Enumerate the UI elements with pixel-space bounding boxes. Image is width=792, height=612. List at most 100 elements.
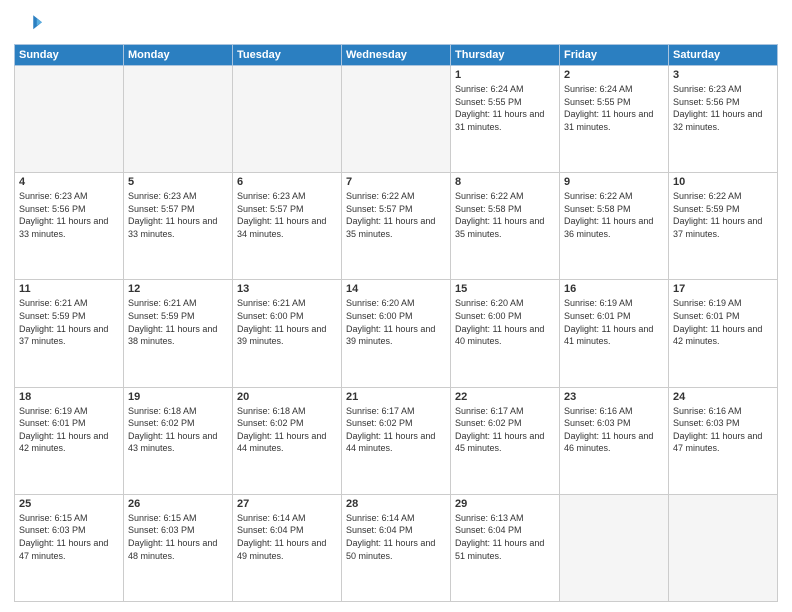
day-number: 15 [455, 283, 555, 295]
day-info: Sunrise: 6:21 AM Sunset: 5:59 PM Dayligh… [128, 297, 228, 347]
day-number: 12 [128, 283, 228, 295]
day-info: Sunrise: 6:16 AM Sunset: 6:03 PM Dayligh… [673, 405, 773, 455]
calendar-cell [560, 494, 669, 601]
day-header-sunday: Sunday [15, 45, 124, 66]
day-info: Sunrise: 6:21 AM Sunset: 6:00 PM Dayligh… [237, 297, 337, 347]
day-header-monday: Monday [124, 45, 233, 66]
calendar-cell [669, 494, 778, 601]
day-number: 10 [673, 176, 773, 188]
day-number: 5 [128, 176, 228, 188]
day-info: Sunrise: 6:18 AM Sunset: 6:02 PM Dayligh… [237, 405, 337, 455]
day-number: 6 [237, 176, 337, 188]
calendar-cell: 6 Sunrise: 6:23 AM Sunset: 5:57 PM Daylig… [233, 173, 342, 280]
calendar-cell: 15 Sunrise: 6:20 AM Sunset: 6:00 PM Dayli… [451, 280, 560, 387]
day-info: Sunrise: 6:15 AM Sunset: 6:03 PM Dayligh… [19, 512, 119, 562]
calendar-cell: 17 Sunrise: 6:19 AM Sunset: 6:01 PM Dayli… [669, 280, 778, 387]
day-header-friday: Friday [560, 45, 669, 66]
day-info: Sunrise: 6:15 AM Sunset: 6:03 PM Dayligh… [128, 512, 228, 562]
day-header-saturday: Saturday [669, 45, 778, 66]
day-info: Sunrise: 6:20 AM Sunset: 6:00 PM Dayligh… [455, 297, 555, 347]
calendar-cell: 16 Sunrise: 6:19 AM Sunset: 6:01 PM Dayli… [560, 280, 669, 387]
calendar-cell [342, 66, 451, 173]
day-info: Sunrise: 6:14 AM Sunset: 6:04 PM Dayligh… [346, 512, 446, 562]
day-number: 11 [19, 283, 119, 295]
calendar-cell: 3 Sunrise: 6:23 AM Sunset: 5:56 PM Daylig… [669, 66, 778, 173]
day-number: 20 [237, 391, 337, 403]
calendar-cell: 2 Sunrise: 6:24 AM Sunset: 5:55 PM Daylig… [560, 66, 669, 173]
calendar-cell: 20 Sunrise: 6:18 AM Sunset: 6:02 PM Dayli… [233, 387, 342, 494]
calendar-cell: 10 Sunrise: 6:22 AM Sunset: 5:59 PM Dayli… [669, 173, 778, 280]
day-info: Sunrise: 6:14 AM Sunset: 6:04 PM Dayligh… [237, 512, 337, 562]
calendar-table: SundayMondayTuesdayWednesdayThursdayFrid… [14, 44, 778, 602]
day-number: 27 [237, 498, 337, 510]
day-number: 29 [455, 498, 555, 510]
day-info: Sunrise: 6:22 AM Sunset: 5:59 PM Dayligh… [673, 190, 773, 240]
day-number: 24 [673, 391, 773, 403]
day-number: 25 [19, 498, 119, 510]
day-header-thursday: Thursday [451, 45, 560, 66]
day-info: Sunrise: 6:23 AM Sunset: 5:56 PM Dayligh… [673, 83, 773, 133]
day-info: Sunrise: 6:18 AM Sunset: 6:02 PM Dayligh… [128, 405, 228, 455]
day-number: 3 [673, 69, 773, 81]
calendar-cell: 19 Sunrise: 6:18 AM Sunset: 6:02 PM Dayli… [124, 387, 233, 494]
day-number: 2 [564, 69, 664, 81]
calendar-cell: 13 Sunrise: 6:21 AM Sunset: 6:00 PM Dayli… [233, 280, 342, 387]
day-number: 8 [455, 176, 555, 188]
calendar-cell: 14 Sunrise: 6:20 AM Sunset: 6:00 PM Dayli… [342, 280, 451, 387]
day-info: Sunrise: 6:19 AM Sunset: 6:01 PM Dayligh… [564, 297, 664, 347]
day-number: 18 [19, 391, 119, 403]
day-number: 17 [673, 283, 773, 295]
day-info: Sunrise: 6:17 AM Sunset: 6:02 PM Dayligh… [455, 405, 555, 455]
day-number: 19 [128, 391, 228, 403]
calendar-cell: 9 Sunrise: 6:22 AM Sunset: 5:58 PM Daylig… [560, 173, 669, 280]
day-number: 7 [346, 176, 446, 188]
day-info: Sunrise: 6:13 AM Sunset: 6:04 PM Dayligh… [455, 512, 555, 562]
day-header-wednesday: Wednesday [342, 45, 451, 66]
calendar-cell: 7 Sunrise: 6:22 AM Sunset: 5:57 PM Daylig… [342, 173, 451, 280]
day-number: 28 [346, 498, 446, 510]
day-number: 14 [346, 283, 446, 295]
calendar-cell: 28 Sunrise: 6:14 AM Sunset: 6:04 PM Dayli… [342, 494, 451, 601]
calendar-cell: 4 Sunrise: 6:23 AM Sunset: 5:56 PM Daylig… [15, 173, 124, 280]
calendar-cell [15, 66, 124, 173]
day-info: Sunrise: 6:20 AM Sunset: 6:00 PM Dayligh… [346, 297, 446, 347]
day-number: 21 [346, 391, 446, 403]
day-number: 4 [19, 176, 119, 188]
day-info: Sunrise: 6:17 AM Sunset: 6:02 PM Dayligh… [346, 405, 446, 455]
day-info: Sunrise: 6:19 AM Sunset: 6:01 PM Dayligh… [19, 405, 119, 455]
day-number: 26 [128, 498, 228, 510]
day-info: Sunrise: 6:22 AM Sunset: 5:58 PM Dayligh… [564, 190, 664, 240]
day-info: Sunrise: 6:23 AM Sunset: 5:57 PM Dayligh… [128, 190, 228, 240]
header [14, 10, 778, 38]
calendar-cell: 18 Sunrise: 6:19 AM Sunset: 6:01 PM Dayli… [15, 387, 124, 494]
calendar-cell [124, 66, 233, 173]
calendar-cell: 12 Sunrise: 6:21 AM Sunset: 5:59 PM Dayli… [124, 280, 233, 387]
day-number: 22 [455, 391, 555, 403]
calendar-cell: 21 Sunrise: 6:17 AM Sunset: 6:02 PM Dayli… [342, 387, 451, 494]
calendar-cell: 24 Sunrise: 6:16 AM Sunset: 6:03 PM Dayli… [669, 387, 778, 494]
calendar-cell: 11 Sunrise: 6:21 AM Sunset: 5:59 PM Dayli… [15, 280, 124, 387]
day-number: 1 [455, 69, 555, 81]
calendar-cell: 8Sunrise: 6:22 AM Sunset: 5:58 PM Daylig… [451, 173, 560, 280]
logo [14, 10, 46, 38]
calendar-cell: 27 Sunrise: 6:14 AM Sunset: 6:04 PM Dayli… [233, 494, 342, 601]
calendar-cell: 1 Sunrise: 6:24 AM Sunset: 5:55 PM Daylig… [451, 66, 560, 173]
day-number: 23 [564, 391, 664, 403]
day-number: 9 [564, 176, 664, 188]
page: SundayMondayTuesdayWednesdayThursdayFrid… [0, 0, 792, 612]
calendar-cell: 23Sunrise: 6:16 AM Sunset: 6:03 PM Dayli… [560, 387, 669, 494]
calendar-cell: 25 Sunrise: 6:15 AM Sunset: 6:03 PM Dayli… [15, 494, 124, 601]
day-number: 16 [564, 283, 664, 295]
day-info: Sunrise: 6:24 AM Sunset: 5:55 PM Dayligh… [564, 83, 664, 133]
day-header-tuesday: Tuesday [233, 45, 342, 66]
day-info: Sunrise: 6:22 AM Sunset: 5:57 PM Dayligh… [346, 190, 446, 240]
calendar-cell: 22 Sunrise: 6:17 AM Sunset: 6:02 PM Dayli… [451, 387, 560, 494]
day-info: Sunrise: 6:21 AM Sunset: 5:59 PM Dayligh… [19, 297, 119, 347]
day-info: Sunrise: 6:19 AM Sunset: 6:01 PM Dayligh… [673, 297, 773, 347]
day-info: Sunrise: 6:24 AM Sunset: 5:55 PM Dayligh… [455, 83, 555, 133]
calendar-cell: 26 Sunrise: 6:15 AM Sunset: 6:03 PM Dayli… [124, 494, 233, 601]
day-info: Sunrise: 6:23 AM Sunset: 5:56 PM Dayligh… [19, 190, 119, 240]
day-number: 13 [237, 283, 337, 295]
day-info: Sunrise: 6:23 AM Sunset: 5:57 PM Dayligh… [237, 190, 337, 240]
calendar-cell: 5 Sunrise: 6:23 AM Sunset: 5:57 PM Daylig… [124, 173, 233, 280]
